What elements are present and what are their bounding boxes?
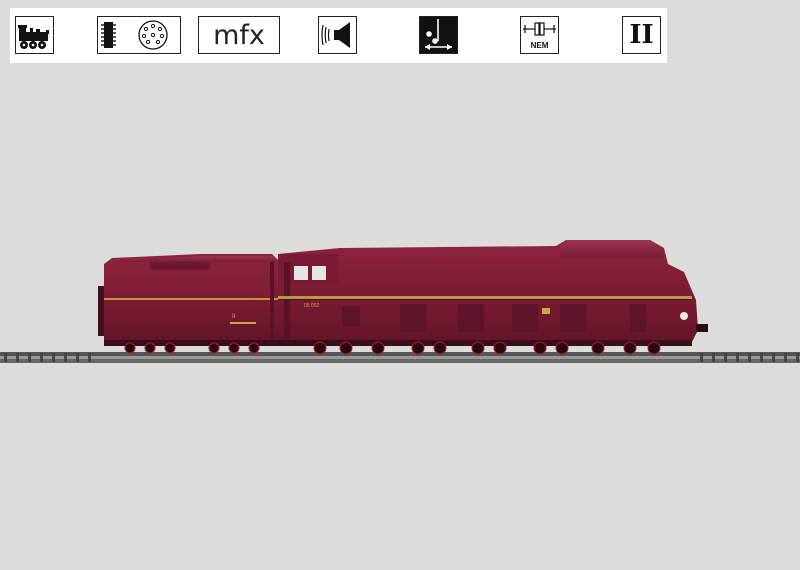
svg-text:II: II <box>232 314 236 320</box>
product-image: II 05 002 <box>0 230 800 370</box>
mfx-logo: mfx <box>198 16 280 54</box>
svg-text:05 002: 05 002 <box>304 303 320 309</box>
mfx-label: mfx <box>213 19 265 51</box>
light-change-direction-icon <box>419 16 458 54</box>
sound-speaker-icon <box>318 16 357 54</box>
steam-locomotive-icon <box>15 16 54 54</box>
nem-label: NEM <box>531 41 549 50</box>
locomotive-illustration: II 05 002 <box>0 240 800 363</box>
track <box>0 352 800 363</box>
locomotive-body: 05 002 <box>278 240 708 346</box>
tender: II <box>98 254 280 346</box>
feature-icon-bar: mfx NEM II <box>10 8 667 63</box>
gauge-icon: II <box>622 16 661 54</box>
gauge-label: II <box>629 20 654 50</box>
nem-coupler-icon: NEM <box>520 16 559 54</box>
digital-decoder-icon <box>97 16 181 54</box>
